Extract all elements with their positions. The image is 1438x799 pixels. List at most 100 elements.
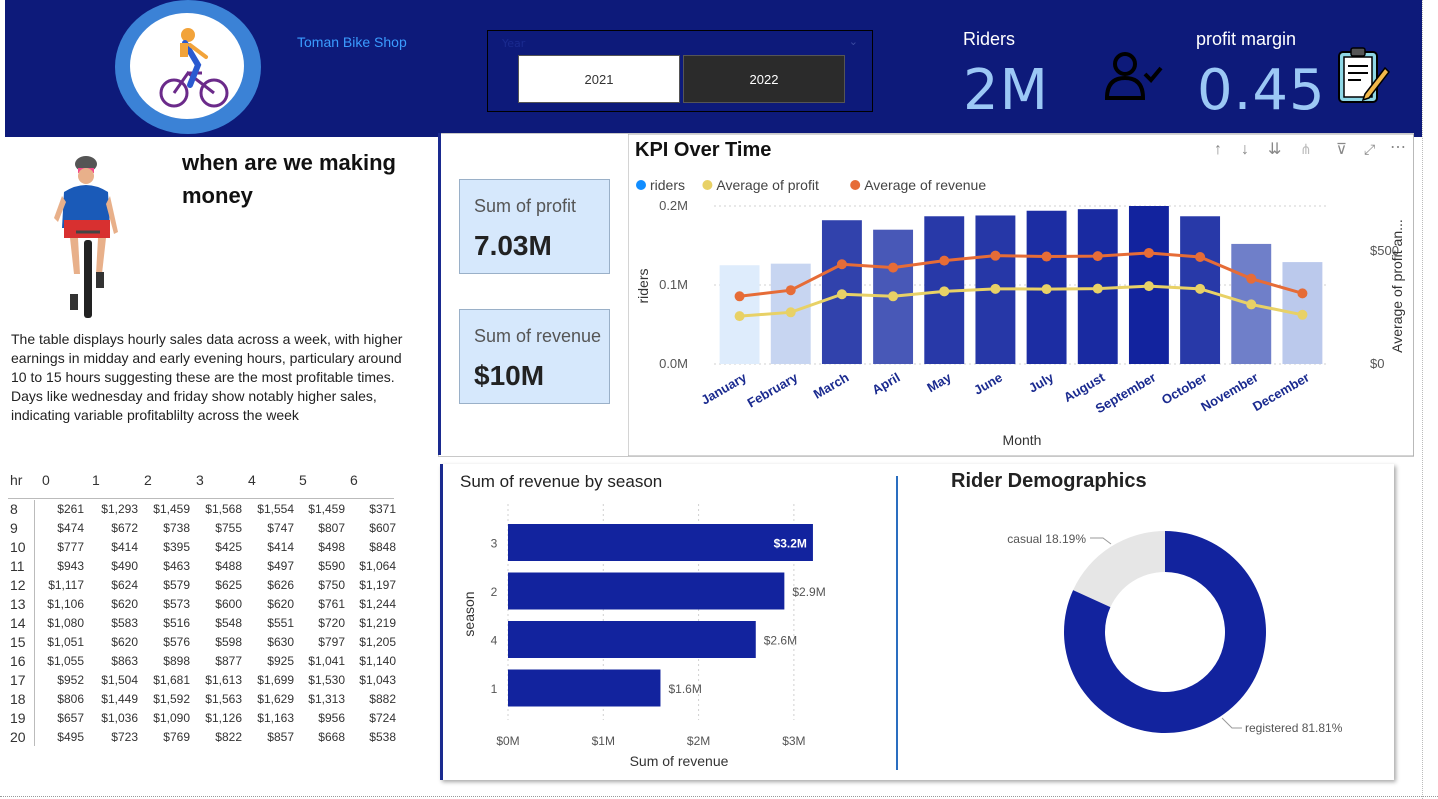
column-header[interactable]: 3 bbox=[196, 472, 204, 490]
table-cell: $620 bbox=[267, 597, 294, 611]
drill-down-icon[interactable]: ↓ bbox=[1241, 141, 1249, 158]
hr-header[interactable]: hr bbox=[10, 472, 22, 490]
expand-all-icon[interactable]: ⇊ bbox=[1268, 141, 1281, 158]
row-hour: 19 bbox=[10, 710, 26, 726]
data-label: registered 81.81% bbox=[1245, 721, 1343, 735]
series-point[interactable] bbox=[1092, 283, 1103, 294]
more-options-icon[interactable]: ⋯ bbox=[1390, 139, 1406, 156]
series-point[interactable] bbox=[785, 307, 796, 318]
series-point[interactable] bbox=[1195, 252, 1206, 263]
shop-name[interactable]: Toman Bike Shop bbox=[297, 34, 407, 50]
table-cell: $261 bbox=[57, 502, 84, 516]
series-point[interactable] bbox=[836, 289, 847, 300]
kpi-chart-title: KPI Over Time bbox=[635, 139, 771, 161]
x-tick-label: July bbox=[1026, 369, 1057, 395]
revenue-card-value: $10M bbox=[474, 360, 545, 391]
donut-slice[interactable] bbox=[1073, 531, 1165, 608]
table-cell: $822 bbox=[215, 730, 242, 744]
season-bar[interactable] bbox=[508, 669, 661, 707]
table-cell: $750 bbox=[318, 578, 345, 592]
series-point[interactable] bbox=[939, 286, 950, 297]
series-point[interactable] bbox=[939, 255, 950, 266]
table-cell: $395 bbox=[163, 540, 190, 554]
table-cell: $1,036 bbox=[101, 711, 138, 725]
row-hour: 13 bbox=[10, 596, 26, 612]
drill-up-icon[interactable]: ↑ bbox=[1214, 141, 1222, 158]
series-point[interactable] bbox=[1246, 299, 1257, 310]
series-point[interactable] bbox=[1297, 288, 1308, 299]
series-point[interactable] bbox=[1092, 251, 1103, 262]
series-point[interactable] bbox=[1246, 273, 1257, 284]
rider-demographics-chart[interactable]: Rider Demographics casual 18.19% register… bbox=[900, 466, 1390, 776]
column-header[interactable]: 1 bbox=[92, 472, 100, 490]
column-header[interactable]: 6 bbox=[350, 472, 358, 490]
column-header[interactable]: 2 bbox=[144, 472, 152, 490]
table-cell: $624 bbox=[111, 578, 138, 592]
table-cell: $607 bbox=[369, 521, 396, 535]
series-point[interactable] bbox=[1143, 281, 1154, 292]
table-cell: $576 bbox=[163, 635, 190, 649]
column-header[interactable]: 5 bbox=[299, 472, 307, 490]
table-cell: $583 bbox=[111, 616, 138, 630]
series-point[interactable] bbox=[1195, 283, 1206, 294]
revenue-card[interactable]: Sum of revenue $10M bbox=[459, 309, 610, 404]
table-cell: $1,681 bbox=[153, 673, 190, 687]
season-bar[interactable] bbox=[508, 524, 813, 561]
x-tick-label: $2M bbox=[687, 734, 710, 748]
table-cell: $956 bbox=[318, 711, 345, 725]
row-hour: 10 bbox=[10, 539, 26, 555]
focus-mode-icon[interactable]: ⤢ bbox=[1364, 141, 1375, 157]
table-cell: $620 bbox=[111, 597, 138, 611]
row-hour: 9 bbox=[10, 520, 18, 536]
filter-icon[interactable]: ⊽ bbox=[1336, 141, 1347, 158]
column-header[interactable]: 4 bbox=[248, 472, 256, 490]
kpi-y-axis-title: riders bbox=[635, 268, 651, 303]
chevron-down-icon[interactable]: ⌄ bbox=[849, 35, 858, 48]
table-cell: $952 bbox=[57, 673, 84, 687]
table-cell: $463 bbox=[163, 559, 190, 573]
table-cell: $1,530 bbox=[308, 673, 345, 687]
series-point[interactable] bbox=[1143, 247, 1154, 258]
season-revenue-chart[interactable]: Sum of revenue by season $0M $1M $2M $3M 3 $… bbox=[444, 466, 894, 776]
riders-value: 2M bbox=[963, 58, 1049, 123]
chart-toolbar[interactable]: ↑ ↓ ⇊ ⋔ ⊽ ⤢ ⋯ bbox=[1214, 139, 1406, 158]
series-point[interactable] bbox=[836, 259, 847, 270]
slicer-option-2022[interactable]: 2022 bbox=[683, 55, 845, 103]
legend-marker bbox=[636, 180, 646, 190]
data-label: $2.6M bbox=[764, 634, 797, 648]
kpi-over-time-chart[interactable]: KPI Over Time ↑ ↓ ⇊ ⋔ ⊽ ⤢ ⋯ riders Averag… bbox=[628, 134, 1414, 456]
table-description: The table displays hourly sales data acr… bbox=[11, 331, 403, 423]
user-check-icon bbox=[1104, 52, 1163, 100]
table-cell: $626 bbox=[267, 578, 294, 592]
donut-slices: casual 18.19% registered 81.81% bbox=[1007, 531, 1343, 735]
x-tick-label: June bbox=[971, 370, 1005, 398]
legend-marker bbox=[702, 180, 713, 190]
table-cell: $738 bbox=[163, 521, 190, 535]
series-point[interactable] bbox=[734, 291, 745, 302]
series-point[interactable] bbox=[888, 262, 899, 273]
table-cell: $1,041 bbox=[308, 654, 345, 668]
series-point[interactable] bbox=[734, 311, 745, 322]
season-bar[interactable] bbox=[508, 621, 756, 658]
donut-chart-title: Rider Demographics bbox=[951, 470, 1147, 492]
series-point[interactable] bbox=[888, 291, 899, 302]
column-header[interactable]: 0 bbox=[42, 472, 50, 490]
expand-hierarchy-icon[interactable]: ⋔ bbox=[1300, 141, 1312, 157]
slicer-option-2021[interactable]: 2021 bbox=[518, 55, 680, 103]
series-point[interactable] bbox=[785, 285, 796, 296]
table-cell: $807 bbox=[318, 521, 345, 535]
table-cell: $1,459 bbox=[153, 502, 190, 516]
kpi-y2-axis-title: Average of profit an... bbox=[1389, 219, 1405, 353]
series-point[interactable] bbox=[1041, 284, 1052, 295]
series-point[interactable] bbox=[1041, 251, 1052, 262]
series-point[interactable] bbox=[990, 250, 1001, 261]
x-tick-label: $0M bbox=[496, 734, 519, 748]
series-point[interactable] bbox=[990, 283, 1001, 294]
year-slicer[interactable]: Year ⌄ 2021 2022 bbox=[487, 30, 873, 112]
season-bar[interactable] bbox=[508, 572, 785, 610]
table-cell: $1,554 bbox=[257, 502, 294, 516]
table-cell: $1,459 bbox=[308, 502, 345, 516]
profit-card[interactable]: Sum of profit 7.03M bbox=[459, 179, 610, 274]
table-cell: $1,163 bbox=[257, 711, 294, 725]
series-point[interactable] bbox=[1297, 309, 1308, 320]
